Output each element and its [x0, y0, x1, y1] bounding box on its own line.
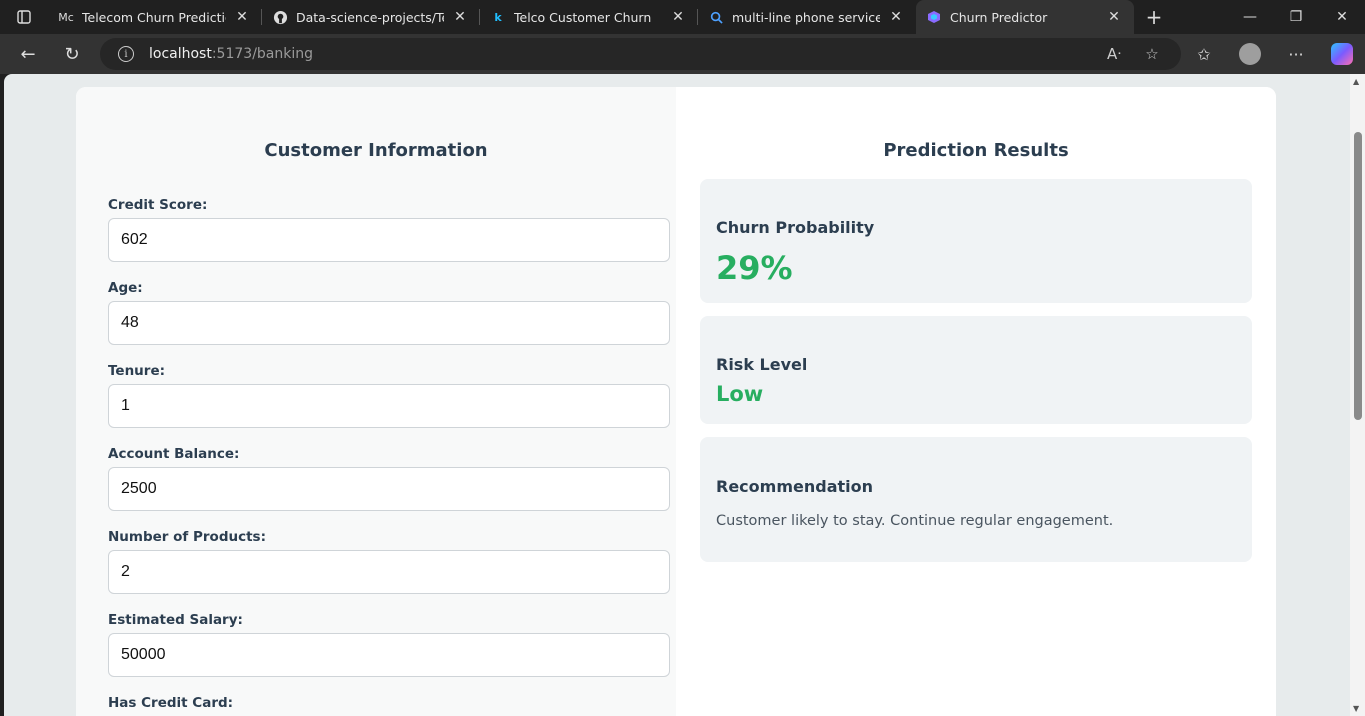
risk-level-label: Risk Level [716, 355, 808, 374]
close-tab-icon[interactable]: ✕ [450, 9, 470, 25]
credit-score-label: Credit Score: [108, 197, 208, 213]
more-menu-button[interactable]: ··· [1273, 34, 1319, 74]
close-tab-icon[interactable]: ✕ [1104, 9, 1124, 25]
churn-probability-label: Churn Probability [716, 218, 875, 237]
tab-title: Churn Predictor [950, 9, 1048, 25]
search-icon [708, 9, 724, 25]
tab-title: Telecom Churn Prediction. Mo [82, 9, 226, 25]
favorites-button[interactable]: ✩ [1181, 34, 1227, 74]
recommendation-text: Customer likely to stay. Continue regula… [716, 513, 1114, 529]
minimize-button[interactable]: — [1227, 0, 1273, 34]
number-of-products-input[interactable] [108, 550, 670, 594]
page-scrollbar[interactable]: ▲ ▼ [1350, 74, 1365, 716]
age-label: Age: [108, 280, 143, 296]
prediction-results-title: Prediction Results [883, 140, 1069, 161]
browser-toolbar: ← ↻ i localhost:5173/banking Aᐧ ☆ ✩ ··· [0, 34, 1365, 74]
github-icon [272, 9, 288, 25]
info-icon[interactable]: i [118, 46, 134, 62]
tab-telecom-churn-medium[interactable]: Mc Telecom Churn Prediction. Mo ✕ [48, 0, 262, 34]
churn-probability-value: 29% [716, 249, 793, 287]
age-input[interactable] [108, 301, 670, 345]
tab-actions-button[interactable] [0, 0, 48, 34]
scroll-down-icon[interactable]: ▼ [1353, 704, 1359, 713]
copilot-icon [1331, 43, 1353, 65]
medium-icon: Mc [58, 10, 74, 24]
profile-button[interactable] [1227, 34, 1273, 74]
tab-churn-predictor[interactable]: Churn Predictor ✕ [916, 0, 1134, 34]
tab-actions-icon [17, 10, 31, 24]
tenure-label: Tenure: [108, 363, 166, 379]
url-host: localhost [149, 46, 212, 62]
close-window-button[interactable]: ✕ [1319, 0, 1365, 34]
plus-icon: + [1145, 5, 1163, 29]
tab-title: Telco Customer Churn [514, 9, 652, 25]
customer-info-title: Customer Information [264, 140, 488, 161]
copilot-button[interactable] [1319, 34, 1365, 74]
tab-search-multiline[interactable]: multi-line phone service mear ✕ [698, 0, 916, 34]
account-balance-label: Account Balance: [108, 446, 240, 462]
customer-info-panel: Customer Information Credit Score: Age: … [76, 87, 676, 716]
tab-kaggle-telco[interactable]: k Telco Customer Churn ✕ [480, 0, 698, 34]
new-tab-button[interactable]: + [1134, 5, 1174, 29]
more-icon: ··· [1288, 44, 1304, 64]
estimated-salary-label: Estimated Salary: [108, 612, 243, 628]
risk-level-value: Low [716, 382, 764, 406]
close-tab-icon[interactable]: ✕ [668, 9, 688, 25]
app-icon [926, 9, 942, 25]
reload-icon: ↻ [64, 43, 80, 65]
credit-score-input[interactable] [108, 218, 670, 262]
read-aloud-icon[interactable]: Aᐧ [1095, 45, 1133, 63]
tab-title: multi-line phone service mear [732, 9, 880, 25]
account-balance-input[interactable] [108, 467, 670, 511]
kaggle-icon: k [494, 10, 502, 24]
reload-button[interactable]: ↻ [50, 34, 94, 74]
favorite-star-icon[interactable]: ☆ [1133, 45, 1171, 63]
avatar [1239, 43, 1261, 65]
prediction-results-panel: Prediction Results Churn Probability 29%… [676, 87, 1276, 716]
number-of-products-label: Number of Products: [108, 529, 266, 545]
window-controls: — ❐ ✕ [1227, 0, 1365, 34]
recommendation-label: Recommendation [716, 477, 873, 496]
predictor-card: Customer Information Credit Score: Age: … [76, 87, 1276, 716]
tab-title: Data-science-projects/Telco_c [296, 9, 444, 25]
url-path: :5173/banking [211, 46, 314, 62]
scrollbar-thumb[interactable] [1354, 132, 1362, 420]
back-arrow-icon: ← [20, 43, 36, 65]
tab-github-telco[interactable]: Data-science-projects/Telco_c ✕ [262, 0, 480, 34]
recommendation-card: Recommendation Customer likely to stay. … [700, 437, 1252, 562]
tab-strip: Mc Telecom Churn Prediction. Mo ✕ Data-s… [0, 0, 1365, 34]
close-tab-icon[interactable]: ✕ [886, 9, 906, 25]
estimated-salary-input[interactable] [108, 633, 670, 677]
scroll-up-icon[interactable]: ▲ [1353, 77, 1359, 86]
has-credit-card-label: Has Credit Card: [108, 695, 234, 711]
churn-probability-card: Churn Probability 29% [700, 179, 1252, 303]
close-tab-icon[interactable]: ✕ [232, 9, 252, 25]
address-bar[interactable]: i localhost:5173/banking Aᐧ ☆ [100, 38, 1181, 70]
page-viewport: Customer Information Credit Score: Age: … [4, 74, 1365, 716]
back-button[interactable]: ← [6, 34, 50, 74]
restore-button[interactable]: ❐ [1273, 0, 1319, 34]
tenure-input[interactable] [108, 384, 670, 428]
risk-level-card: Risk Level Low [700, 316, 1252, 424]
favorites-icon: ✩ [1197, 44, 1211, 64]
